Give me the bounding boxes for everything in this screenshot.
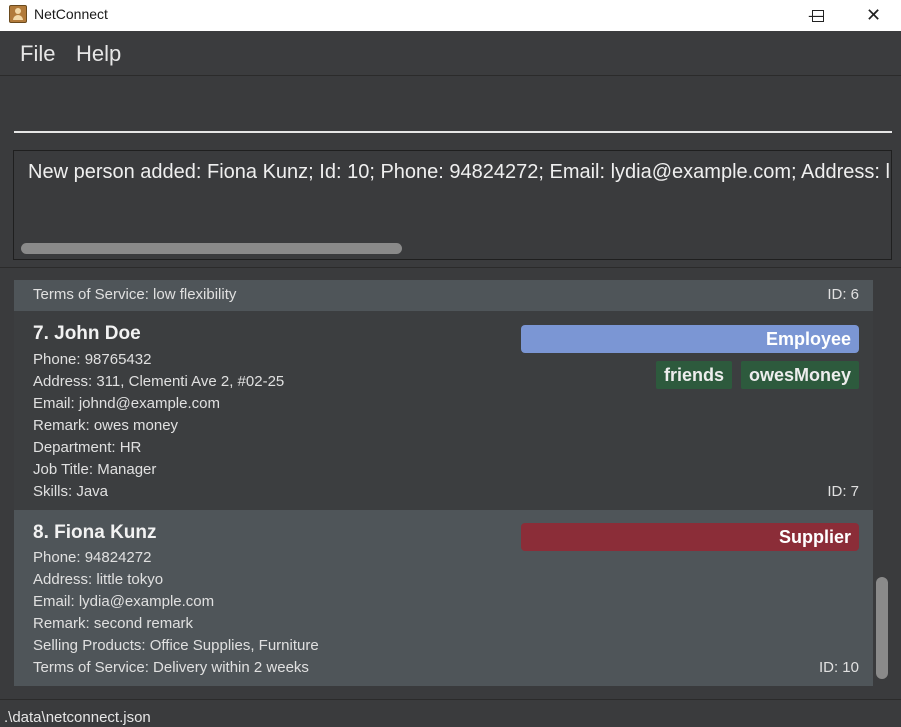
card-address: Address: little tokyo: [33, 571, 164, 588]
person-card-john-doe[interactable]: 7. John Doe Employee friends owesMoney P…: [14, 311, 873, 510]
card-skills: Skills: Java: [33, 483, 109, 500]
card-id: ID: 7: [827, 483, 859, 500]
card-terms-of-service: Terms of Service: Delivery within 2 week…: [33, 659, 309, 676]
card-email: Email: johnd@example.com: [33, 395, 220, 412]
maximize-icon: [812, 9, 824, 22]
window-title: NetConnect: [34, 6, 108, 22]
menu-file[interactable]: File: [20, 41, 55, 67]
result-message: New person added: Fiona Kunz; Id: 10; Ph…: [28, 161, 890, 183]
card-remark: Remark: owes money: [33, 417, 179, 434]
tag-friends: friends: [655, 361, 732, 389]
result-horizontal-scrollbar[interactable]: [21, 243, 402, 254]
result-display: New person added: Fiona Kunz; Id: 10; Ph…: [13, 150, 892, 260]
card-selling-products: Selling Products: Office Supplies, Furni…: [33, 637, 319, 654]
card-address: Address: 311, Clementi Ave 2, #02-25: [33, 373, 285, 390]
person-card-partial[interactable]: Terms of Service: low flexibility ID: 6: [14, 280, 873, 311]
card-id: ID: 10: [818, 659, 859, 676]
card-phone: Phone: 98765432: [33, 351, 152, 368]
role-badge: Employee: [521, 325, 859, 353]
card-remark: Remark: second remark: [33, 615, 194, 632]
role-badge: Supplier: [521, 523, 859, 551]
status-bar: .\data\netconnect.json: [0, 699, 901, 727]
close-icon: ✕: [865, 5, 882, 26]
card-field: Terms of Service: low flexibility: [33, 286, 237, 303]
tag-owesmoney: owesMoney: [740, 361, 859, 389]
card-job-title: Job Title: Manager: [33, 461, 157, 478]
menu-bar: File Help: [0, 31, 901, 76]
card-name: 7. John Doe: [33, 323, 141, 344]
person-card-fiona-kunz[interactable]: 8. Fiona Kunz Supplier Phone: 94824272 A…: [14, 510, 873, 686]
maximize-button[interactable]: [788, 0, 848, 31]
close-button[interactable]: ✕: [846, 0, 901, 31]
command-input[interactable]: [14, 95, 892, 133]
app-icon: [9, 5, 27, 23]
card-department: Department: HR: [33, 439, 142, 456]
card-phone: Phone: 94824272: [33, 549, 152, 566]
card-email: Email: lydia@example.com: [33, 593, 215, 610]
command-box: [0, 77, 901, 145]
card-name: 8. Fiona Kunz: [33, 522, 157, 543]
card-id: ID: 6: [827, 286, 859, 303]
save-location: .\data\netconnect.json: [4, 709, 151, 726]
title-bar: NetConnect — ✕: [0, 0, 901, 31]
menu-help[interactable]: Help: [76, 41, 121, 67]
list-vertical-scrollbar[interactable]: [876, 577, 888, 679]
